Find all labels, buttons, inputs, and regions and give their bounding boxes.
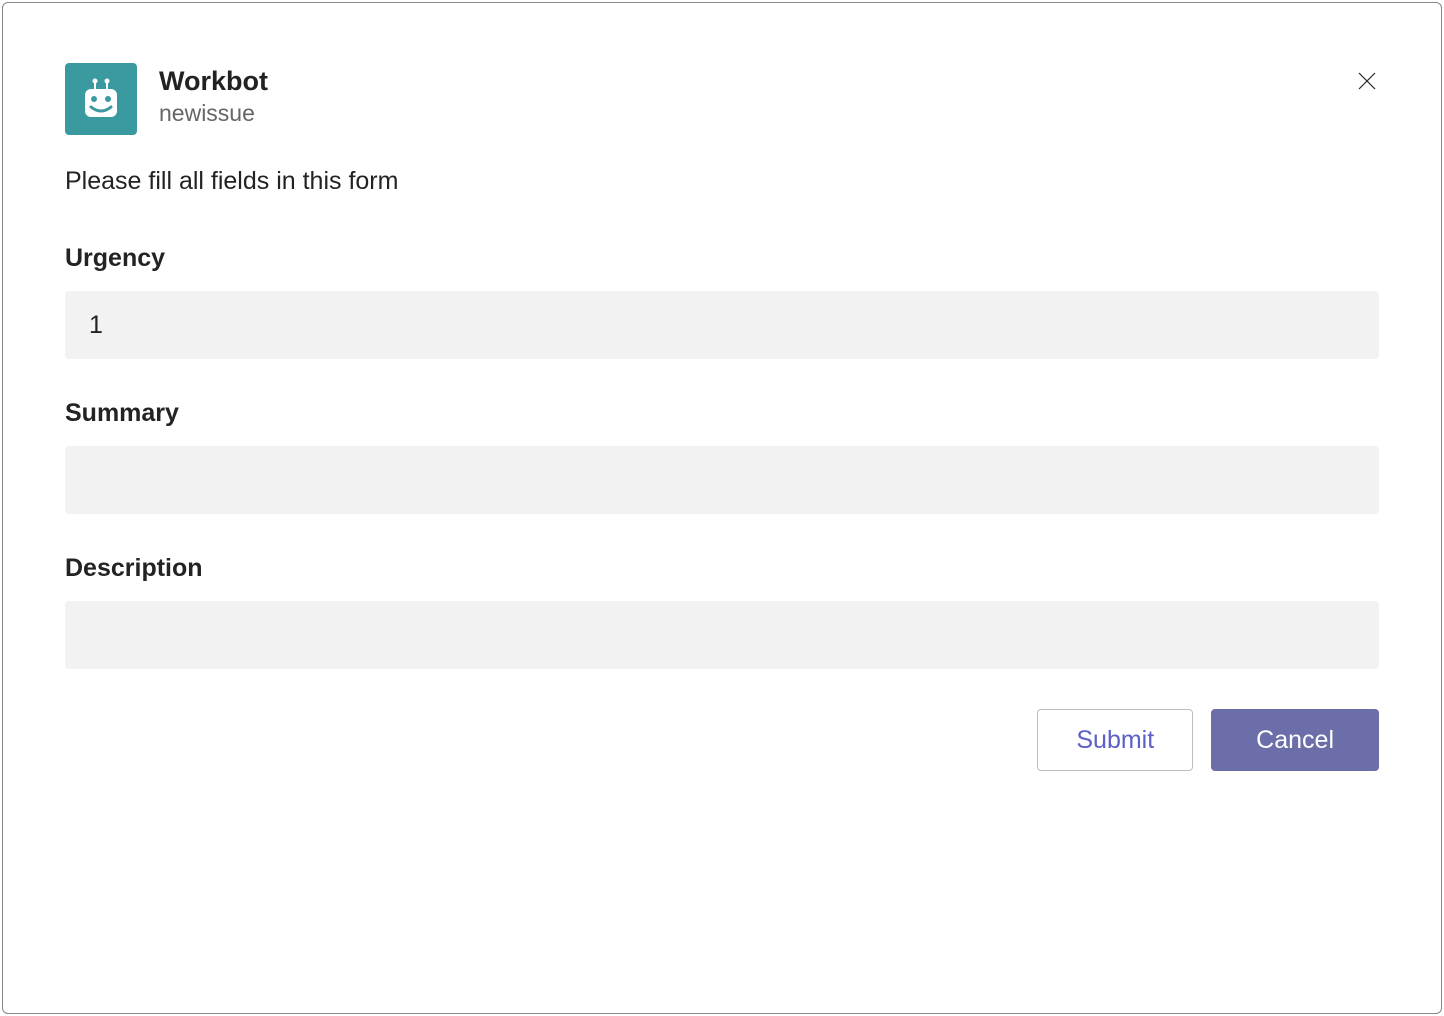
dialog-title: Workbot — [159, 65, 268, 97]
description-group: Description — [65, 554, 1379, 669]
modal-dialog: Workbot newissue Please fill all fields … — [2, 2, 1442, 1014]
description-input[interactable] — [65, 601, 1379, 669]
summary-group: Summary — [65, 399, 1379, 514]
urgency-group: Urgency — [65, 244, 1379, 359]
close-icon — [1357, 71, 1377, 91]
summary-label: Summary — [65, 399, 1379, 428]
robot-icon — [77, 75, 125, 123]
dialog-header: Workbot newissue — [65, 63, 1379, 135]
dialog-subtitle: newissue — [159, 99, 268, 129]
header-text: Workbot newissue — [159, 63, 268, 129]
urgency-label: Urgency — [65, 244, 1379, 273]
form-instruction: Please fill all fields in this form — [65, 167, 1379, 196]
close-button[interactable] — [1351, 65, 1383, 97]
description-label: Description — [65, 554, 1379, 583]
cancel-button[interactable]: Cancel — [1211, 709, 1379, 771]
button-row: Submit Cancel — [65, 709, 1379, 771]
urgency-input[interactable] — [65, 291, 1379, 359]
summary-input[interactable] — [65, 446, 1379, 514]
submit-button[interactable]: Submit — [1037, 709, 1193, 771]
bot-avatar — [65, 63, 137, 135]
